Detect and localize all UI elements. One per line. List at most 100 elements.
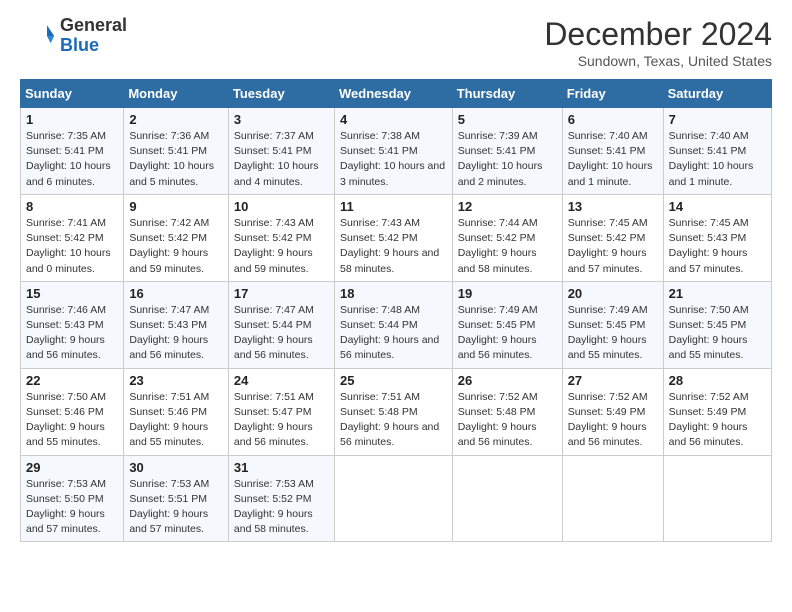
day-number: 1 bbox=[26, 112, 118, 127]
day-info: Sunrise: 7:44 AMSunset: 5:42 PMDaylight:… bbox=[458, 216, 557, 277]
day-cell: 11 Sunrise: 7:43 AMSunset: 5:42 PMDayligh… bbox=[334, 194, 452, 281]
day-number: 20 bbox=[568, 286, 658, 301]
day-info: Sunrise: 7:52 AMSunset: 5:49 PMDaylight:… bbox=[669, 390, 766, 451]
day-number: 31 bbox=[234, 460, 329, 475]
header: General Blue December 2024 Sundown, Texa… bbox=[20, 16, 772, 69]
day-cell: 25 Sunrise: 7:51 AMSunset: 5:48 PMDayligh… bbox=[334, 368, 452, 455]
day-info: Sunrise: 7:43 AMSunset: 5:42 PMDaylight:… bbox=[340, 216, 447, 277]
day-info: Sunrise: 7:49 AMSunset: 5:45 PMDaylight:… bbox=[458, 303, 557, 364]
day-info: Sunrise: 7:43 AMSunset: 5:42 PMDaylight:… bbox=[234, 216, 329, 277]
day-cell: 28 Sunrise: 7:52 AMSunset: 5:49 PMDayligh… bbox=[663, 368, 771, 455]
title-block: December 2024 Sundown, Texas, United Sta… bbox=[544, 16, 772, 69]
weekday-header-thursday: Thursday bbox=[452, 80, 562, 108]
day-cell: 7 Sunrise: 7:40 AMSunset: 5:41 PMDaylight… bbox=[663, 108, 771, 195]
day-info: Sunrise: 7:51 AMSunset: 5:48 PMDaylight:… bbox=[340, 390, 447, 451]
logo-blue-text: Blue bbox=[60, 36, 127, 56]
week-row-3: 15Sunrise: 7:46 AMSunset: 5:43 PMDayligh… bbox=[21, 281, 772, 368]
day-cell: 30Sunrise: 7:53 AMSunset: 5:51 PMDayligh… bbox=[124, 455, 229, 542]
logo-icon bbox=[20, 18, 56, 54]
logo: General Blue bbox=[20, 16, 127, 56]
day-info: Sunrise: 7:38 AMSunset: 5:41 PMDaylight:… bbox=[340, 129, 447, 190]
day-number: 8 bbox=[26, 199, 118, 214]
day-number: 4 bbox=[340, 112, 447, 127]
day-info: Sunrise: 7:53 AMSunset: 5:50 PMDaylight:… bbox=[26, 477, 118, 538]
day-number: 6 bbox=[568, 112, 658, 127]
week-row-5: 29 Sunrise: 7:53 AMSunset: 5:50 PMDayligh… bbox=[21, 455, 772, 542]
day-cell: 21 Sunrise: 7:50 AMSunset: 5:45 PMDayligh… bbox=[663, 281, 771, 368]
day-info: Sunrise: 7:51 AMSunset: 5:46 PMDaylight:… bbox=[129, 390, 223, 451]
day-number: 30 bbox=[129, 460, 223, 475]
calendar-table: SundayMondayTuesdayWednesdayThursdayFrid… bbox=[20, 79, 772, 542]
day-number: 19 bbox=[458, 286, 557, 301]
day-cell: 19 Sunrise: 7:49 AMSunset: 5:45 PMDayligh… bbox=[452, 281, 562, 368]
day-number: 29 bbox=[26, 460, 118, 475]
day-info: Sunrise: 7:39 AMSunset: 5:41 PMDaylight:… bbox=[458, 129, 557, 190]
day-number: 12 bbox=[458, 199, 557, 214]
day-cell: 22Sunrise: 7:50 AMSunset: 5:46 PMDayligh… bbox=[21, 368, 124, 455]
day-cell: 15Sunrise: 7:46 AMSunset: 5:43 PMDayligh… bbox=[21, 281, 124, 368]
day-number: 14 bbox=[669, 199, 766, 214]
day-info: Sunrise: 7:36 AMSunset: 5:41 PMDaylight:… bbox=[129, 129, 223, 190]
day-cell: 20 Sunrise: 7:49 AMSunset: 5:45 PMDayligh… bbox=[562, 281, 663, 368]
logo-text: General Blue bbox=[60, 16, 127, 56]
day-cell: 27 Sunrise: 7:52 AMSunset: 5:49 PMDayligh… bbox=[562, 368, 663, 455]
day-cell: 1 Sunrise: 7:35 AMSunset: 5:41 PMDaylight… bbox=[21, 108, 124, 195]
day-info: Sunrise: 7:35 AMSunset: 5:41 PMDaylight:… bbox=[26, 129, 118, 190]
week-row-2: 8 Sunrise: 7:41 AMSunset: 5:42 PMDaylight… bbox=[21, 194, 772, 281]
day-number: 25 bbox=[340, 373, 447, 388]
day-number: 2 bbox=[129, 112, 223, 127]
weekday-header-saturday: Saturday bbox=[663, 80, 771, 108]
day-cell bbox=[562, 455, 663, 542]
day-cell: 5 Sunrise: 7:39 AMSunset: 5:41 PMDaylight… bbox=[452, 108, 562, 195]
week-row-4: 22Sunrise: 7:50 AMSunset: 5:46 PMDayligh… bbox=[21, 368, 772, 455]
day-cell: 6 Sunrise: 7:40 AMSunset: 5:41 PMDaylight… bbox=[562, 108, 663, 195]
day-number: 28 bbox=[669, 373, 766, 388]
day-info: Sunrise: 7:37 AMSunset: 5:41 PMDaylight:… bbox=[234, 129, 329, 190]
day-number: 10 bbox=[234, 199, 329, 214]
day-cell: 8 Sunrise: 7:41 AMSunset: 5:42 PMDaylight… bbox=[21, 194, 124, 281]
day-info: Sunrise: 7:49 AMSunset: 5:45 PMDaylight:… bbox=[568, 303, 658, 364]
day-cell bbox=[334, 455, 452, 542]
day-cell bbox=[452, 455, 562, 542]
day-info: Sunrise: 7:52 AMSunset: 5:49 PMDaylight:… bbox=[568, 390, 658, 451]
page: General Blue December 2024 Sundown, Texa… bbox=[0, 0, 792, 562]
day-number: 15 bbox=[26, 286, 118, 301]
weekday-header-monday: Monday bbox=[124, 80, 229, 108]
day-cell: 10 Sunrise: 7:43 AMSunset: 5:42 PMDayligh… bbox=[228, 194, 334, 281]
day-info: Sunrise: 7:53 AMSunset: 5:52 PMDaylight:… bbox=[234, 477, 329, 538]
day-info: Sunrise: 7:41 AMSunset: 5:42 PMDaylight:… bbox=[26, 216, 118, 277]
day-cell: 17Sunrise: 7:47 AMSunset: 5:44 PMDayligh… bbox=[228, 281, 334, 368]
day-number: 7 bbox=[669, 112, 766, 127]
day-cell: 31 Sunrise: 7:53 AMSunset: 5:52 PMDayligh… bbox=[228, 455, 334, 542]
day-number: 27 bbox=[568, 373, 658, 388]
weekday-header-friday: Friday bbox=[562, 80, 663, 108]
location-subtitle: Sundown, Texas, United States bbox=[544, 53, 772, 69]
day-number: 3 bbox=[234, 112, 329, 127]
day-number: 13 bbox=[568, 199, 658, 214]
day-number: 23 bbox=[129, 373, 223, 388]
day-cell: 12 Sunrise: 7:44 AMSunset: 5:42 PMDayligh… bbox=[452, 194, 562, 281]
weekday-header-wednesday: Wednesday bbox=[334, 80, 452, 108]
day-number: 9 bbox=[129, 199, 223, 214]
day-info: Sunrise: 7:47 AMSunset: 5:44 PMDaylight:… bbox=[234, 303, 329, 364]
day-info: Sunrise: 7:51 AMSunset: 5:47 PMDaylight:… bbox=[234, 390, 329, 451]
day-info: Sunrise: 7:48 AMSunset: 5:44 PMDaylight:… bbox=[340, 303, 447, 364]
day-number: 5 bbox=[458, 112, 557, 127]
day-cell: 4 Sunrise: 7:38 AMSunset: 5:41 PMDaylight… bbox=[334, 108, 452, 195]
day-info: Sunrise: 7:40 AMSunset: 5:41 PMDaylight:… bbox=[669, 129, 766, 190]
day-info: Sunrise: 7:47 AMSunset: 5:43 PMDaylight:… bbox=[129, 303, 223, 364]
day-info: Sunrise: 7:50 AMSunset: 5:46 PMDaylight:… bbox=[26, 390, 118, 451]
weekday-header-sunday: Sunday bbox=[21, 80, 124, 108]
day-info: Sunrise: 7:40 AMSunset: 5:41 PMDaylight:… bbox=[568, 129, 658, 190]
day-number: 11 bbox=[340, 199, 447, 214]
day-cell: 16 Sunrise: 7:47 AMSunset: 5:43 PMDayligh… bbox=[124, 281, 229, 368]
day-cell: 13 Sunrise: 7:45 AMSunset: 5:42 PMDayligh… bbox=[562, 194, 663, 281]
day-number: 21 bbox=[669, 286, 766, 301]
day-cell: 3 Sunrise: 7:37 AMSunset: 5:41 PMDaylight… bbox=[228, 108, 334, 195]
logo-general-text: General bbox=[60, 16, 127, 36]
weekday-header-tuesday: Tuesday bbox=[228, 80, 334, 108]
day-number: 16 bbox=[129, 286, 223, 301]
day-info: Sunrise: 7:45 AMSunset: 5:42 PMDaylight:… bbox=[568, 216, 658, 277]
day-info: Sunrise: 7:50 AMSunset: 5:45 PMDaylight:… bbox=[669, 303, 766, 364]
day-number: 26 bbox=[458, 373, 557, 388]
